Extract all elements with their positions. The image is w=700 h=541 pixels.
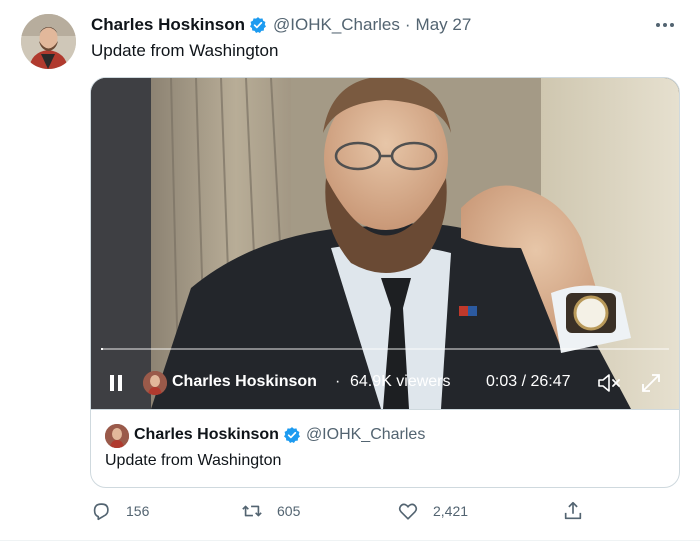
mute-icon (598, 374, 620, 392)
retweet-icon (242, 505, 262, 517)
video-player[interactable]: Charles Hoskinson · 64.9K viewers 0:03 /… (91, 78, 679, 409)
pause-icon (110, 375, 122, 391)
separator-dot: · (335, 373, 341, 390)
quote-text: Update from Washington (105, 452, 282, 469)
share-button[interactable] (562, 500, 584, 522)
separator-dot: · (404, 15, 411, 34)
fullscreen-icon (642, 374, 660, 392)
reply-button[interactable]: 156 (90, 500, 149, 522)
share-icon (564, 501, 582, 520)
author-handle[interactable]: @IOHK_Charles (273, 15, 400, 35)
tweet-text: Update from Washington (91, 41, 279, 60)
retweet-count: 605 (277, 503, 301, 519)
video-time: 0:03 / 26:47 (486, 373, 571, 390)
retweet-button[interactable]: 605 (241, 500, 300, 522)
viewer-count: 64.9K viewers (350, 373, 451, 390)
progress-bar[interactable] (101, 348, 669, 350)
tweet-header: Charles Hoskinson @IOHK_Charles · May 27 (91, 15, 471, 35)
host-avatar (143, 371, 167, 395)
tweet-timestamp[interactable]: May 27 (416, 15, 472, 35)
video-controls: Charles Hoskinson · 64.9K viewers 0:03 /… (91, 368, 679, 398)
like-count: 2,421 (433, 503, 469, 519)
author-name[interactable]: Charles Hoskinson (91, 15, 245, 35)
mute-button[interactable] (597, 372, 623, 394)
progress-fill (101, 348, 103, 350)
heart-icon (398, 503, 418, 520)
like-button[interactable]: 2,421 (397, 500, 468, 522)
quote-avatar (105, 424, 129, 448)
reply-icon (93, 503, 109, 521)
tweet-actions: 156 605 2,421 (90, 500, 590, 526)
card-divider (91, 409, 679, 410)
fullscreen-button[interactable] (639, 372, 663, 394)
verified-badge-icon (249, 16, 267, 34)
author-avatar[interactable] (21, 14, 76, 69)
quote-header: Charles Hoskinson @IOHK_Charles (134, 426, 425, 444)
video-frame (91, 78, 679, 409)
quote-author-name: Charles Hoskinson (134, 426, 279, 443)
host-name: Charles Hoskinson (172, 373, 317, 390)
more-icon[interactable] (652, 16, 678, 34)
quote-author-handle: @IOHK_Charles (305, 426, 426, 443)
verified-badge-icon (283, 426, 301, 444)
reply-count: 156 (126, 503, 150, 519)
pause-button[interactable] (107, 374, 125, 392)
media-card[interactable]: Charles Hoskinson · 64.9K viewers 0:03 /… (90, 77, 680, 488)
